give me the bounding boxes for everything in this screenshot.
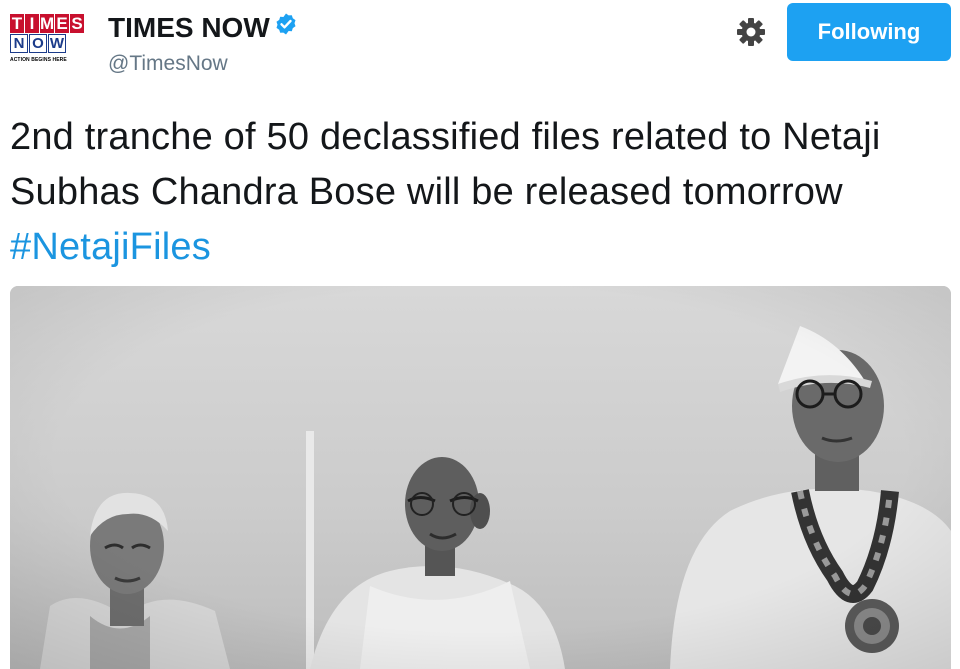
tweet-body: 2nd tranche of 50 declassified files rel… (10, 116, 881, 213)
logo-letter: N (10, 34, 28, 53)
logo-letter: T (10, 14, 24, 33)
hashtag-link[interactable]: #NetajiFiles (10, 226, 211, 268)
following-button[interactable]: Following (787, 3, 951, 61)
logo-letter: W (48, 34, 66, 53)
tweet-photo[interactable] (10, 286, 951, 669)
logo-letter: O (29, 34, 47, 53)
account-handle[interactable]: @TimesNow (108, 52, 228, 76)
logo-letter: I (25, 14, 39, 33)
historical-photo-image (10, 286, 951, 669)
account-display-name[interactable]: TIMES NOW (108, 12, 298, 46)
tweet-header: T I M E S N O W ACTION BEGINS HERE TIMES… (0, 0, 960, 100)
logo-now: N O W (10, 34, 88, 53)
logo-letter: M (40, 14, 55, 33)
logo-tagline: ACTION BEGINS HERE (10, 57, 67, 63)
gear-icon[interactable] (733, 14, 769, 50)
display-name-text: TIMES NOW (108, 12, 270, 43)
verified-badge-icon (274, 11, 298, 43)
account-avatar[interactable]: T I M E S N O W ACTION BEGINS HERE (10, 14, 88, 68)
tweet-text: 2nd tranche of 50 declassified files rel… (10, 110, 950, 275)
logo-letter: E (55, 14, 69, 33)
logo-letter: S (70, 14, 84, 33)
logo-times: T I M E S (10, 14, 88, 33)
